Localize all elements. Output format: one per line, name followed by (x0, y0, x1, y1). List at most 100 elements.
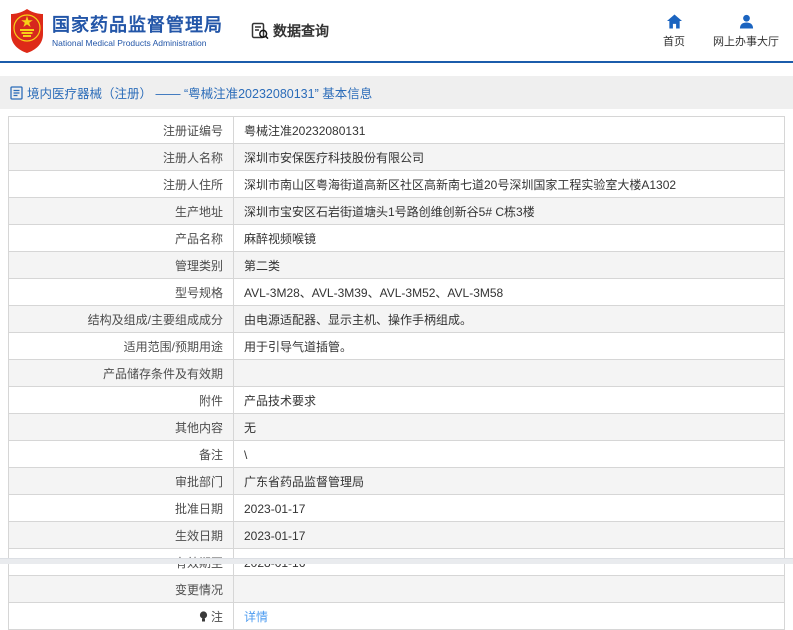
field-value-text: 深圳市南山区粤海街道高新区社区高新南七道20号深圳国家工程实验室大楼A1302 (244, 178, 677, 192)
field-value-text: 2023-01-17 (244, 528, 306, 543)
data-query-button[interactable]: 数据查询 (251, 21, 329, 41)
field-label: 型号规格 (9, 279, 234, 305)
detail-link[interactable]: 详情 (244, 608, 268, 625)
field-value: AVL-3M28、AVL-3M39、AVL-3M52、AVL-3M58 (234, 279, 784, 305)
field-label: 其他内容 (9, 414, 234, 440)
field-label: 适用范围/预期用途 (9, 333, 234, 359)
field-label: 生产地址 (9, 198, 234, 224)
field-label-text: 适用范围/预期用途 (123, 340, 223, 354)
field-value-text: 广东省药品监督管理局 (244, 475, 365, 489)
field-value: 麻醉视频喉镜 (234, 225, 784, 251)
field-value (234, 576, 784, 602)
field-label-text: 批准日期 (174, 502, 223, 516)
field-value: 用于引导气道插管。 (234, 333, 784, 359)
header-nav: 首页 网上办事大厅 (663, 14, 779, 49)
field-value: 粤械注准20232080131 (234, 117, 784, 143)
field-value: 2023-01-17 (234, 522, 784, 548)
nav-item-label: 首页 (663, 36, 685, 48)
nav-item-label: 网上办事大厅 (713, 36, 779, 48)
field-label-text: 生效日期 (174, 529, 223, 543)
field-label-text: 变更情况 (174, 583, 223, 597)
table-row: 生效日期 2023-01-17 (9, 522, 784, 549)
field-value: 深圳市宝安区石岩街道塘头1号路创维创新谷5# C栋3楼 (234, 198, 784, 224)
field-value: \ (234, 441, 784, 467)
table-row: 注册证编号 粤械注准20232080131 (9, 117, 784, 144)
breadcrumb-bar: 境内医疗器械（注册） —— “粤械注准20232080131” 基本信息 (0, 76, 793, 109)
field-label-text: 管理类别 (174, 259, 223, 273)
field-label: 批准日期 (9, 495, 234, 521)
nav-item-service-hall[interactable]: 网上办事大厅 (713, 14, 779, 49)
field-value: 无 (234, 414, 784, 440)
field-value-text: 麻醉视频喉镜 (244, 232, 317, 246)
field-label-text: 备注 (198, 448, 223, 462)
field-value-text: \ (244, 447, 248, 462)
field-label: 结构及组成/主要组成成分 (9, 306, 234, 332)
footer-strip (0, 558, 793, 564)
page-header: 国家药品监督管理局 National Medical Products Admi… (0, 0, 793, 63)
field-value (234, 360, 784, 386)
table-row: 生产地址 深圳市宝安区石岩街道塘头1号路创维创新谷5# C栋3楼 (9, 198, 784, 225)
field-label-text: 型号规格 (174, 286, 223, 300)
field-label: 注 (9, 603, 234, 629)
table-row: 备注 \ (9, 441, 784, 468)
document-search-icon (251, 22, 269, 39)
field-label-text: 其他内容 (174, 421, 223, 435)
field-label-text: 注册证编号 (162, 124, 223, 138)
field-value-text: 2023-01-17 (244, 501, 306, 516)
field-label-text: 注册人名称 (162, 151, 223, 165)
nav-item-home[interactable]: 首页 (663, 14, 685, 49)
org-name-zh: 国家药品监督管理局 (52, 14, 223, 35)
field-label: 注册人住所 (9, 171, 234, 197)
user-icon (739, 14, 753, 29)
field-value: 2023-01-17 (234, 495, 784, 521)
field-value: 广东省药品监督管理局 (234, 468, 784, 494)
field-label: 附件 (9, 387, 234, 413)
table-row: 注册人住所 深圳市南山区粤海街道高新区社区高新南七道20号深圳国家工程实验室大楼A… (9, 171, 784, 198)
field-label: 变更情况 (9, 576, 234, 602)
table-row: 管理类别 第二类 (9, 252, 784, 279)
table-row: 产品名称 麻醉视频喉镜 (9, 225, 784, 252)
field-value-text: 产品技术要求 (244, 394, 317, 408)
field-value: 详情 (234, 603, 784, 629)
home-icon (666, 14, 682, 29)
field-value: 第二类 (234, 252, 784, 278)
table-row: 产品储存条件及有效期 (9, 360, 784, 387)
table-row: 结构及组成/主要组成成分 由电源适配器、显示主机、操作手柄组成。 (9, 306, 784, 333)
data-query-label: 数据查询 (273, 22, 329, 39)
table-row: 批准日期 2023-01-17 (9, 495, 784, 522)
table-row: 注册人名称 深圳市安保医疗科技股份有限公司 (9, 144, 784, 171)
table-row: 其他内容 无 (9, 414, 784, 441)
field-label-text: 产品名称 (174, 232, 223, 246)
field-value-text: 由电源适配器、显示主机、操作手柄组成。 (244, 313, 473, 327)
field-value-text: 无 (244, 421, 257, 435)
field-label-text: 产品储存条件及有效期 (102, 367, 223, 381)
field-label-text: 生产地址 (174, 205, 223, 219)
field-label-text: 注册人住所 (162, 178, 223, 192)
field-label: 产品名称 (9, 225, 234, 251)
table-row: 审批部门 广东省药品监督管理局 (9, 468, 784, 495)
org-title-block: 国家药品监督管理局 National Medical Products Admi… (52, 14, 223, 48)
field-value-text: 深圳市安保医疗科技股份有限公司 (244, 151, 425, 165)
table-row: 型号规格 AVL-3M28、AVL-3M39、AVL-3M52、AVL-3M58 (9, 279, 784, 306)
field-label: 备注 (9, 441, 234, 467)
field-value-text: 深圳市宝安区石岩街道塘头1号路创维创新谷5# C栋3楼 (244, 205, 535, 219)
field-label: 审批部门 (9, 468, 234, 494)
org-name-en: National Medical Products Administration (52, 37, 207, 48)
table-row: 变更情况 (9, 576, 784, 603)
page-doc-icon (10, 85, 23, 100)
field-label: 注册人名称 (9, 144, 234, 170)
note-icon (199, 611, 208, 622)
field-value-text: 粤械注准20232080131 (244, 124, 366, 138)
field-value-text: 第二类 (244, 259, 281, 273)
field-value: 深圳市南山区粤海街道高新区社区高新南七道20号深圳国家工程实验室大楼A1302 (234, 171, 784, 197)
field-value-text: 用于引导气道插管。 (244, 340, 353, 354)
field-value: 产品技术要求 (234, 387, 784, 413)
registration-detail-table: 注册证编号 粤械注准20232080131 注册人名称 深圳市安保医疗科技股份有限公司… (8, 116, 785, 630)
field-value-text: AVL-3M28、AVL-3M39、AVL-3M52、AVL-3M58 (244, 286, 504, 300)
field-value: 深圳市安保医疗科技股份有限公司 (234, 144, 784, 170)
table-row: 适用范围/预期用途 用于引导气道插管。 (9, 333, 784, 360)
table-row: 附件 产品技术要求 (9, 387, 784, 414)
field-label: 管理类别 (9, 252, 234, 278)
field-label: 注册证编号 (9, 117, 234, 143)
field-label-text: 附件 (198, 394, 223, 408)
